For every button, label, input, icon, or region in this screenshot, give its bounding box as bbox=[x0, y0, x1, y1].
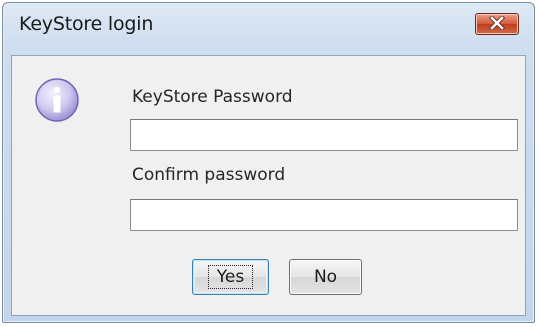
keystore-login-dialog: KeyStore login KeyStore Password Confirm… bbox=[2, 2, 535, 323]
keystore-password-field[interactable] bbox=[130, 119, 518, 151]
title-bar[interactable]: KeyStore login bbox=[3, 3, 534, 55]
yes-button[interactable]: Yes bbox=[192, 259, 269, 295]
yes-button-label: Yes bbox=[207, 265, 254, 289]
keystore-password-label: KeyStore Password bbox=[132, 87, 293, 107]
no-button-label: No bbox=[313, 267, 338, 287]
confirm-password-label: Confirm password bbox=[132, 165, 286, 185]
info-icon bbox=[34, 77, 80, 123]
confirm-password-field[interactable] bbox=[130, 199, 518, 231]
dialog-title: KeyStore login bbox=[19, 13, 154, 35]
close-button[interactable] bbox=[475, 13, 519, 35]
dialog-content: KeyStore Password Confirm password Yes N… bbox=[11, 55, 526, 316]
no-button[interactable]: No bbox=[289, 259, 362, 295]
close-icon bbox=[489, 14, 505, 34]
